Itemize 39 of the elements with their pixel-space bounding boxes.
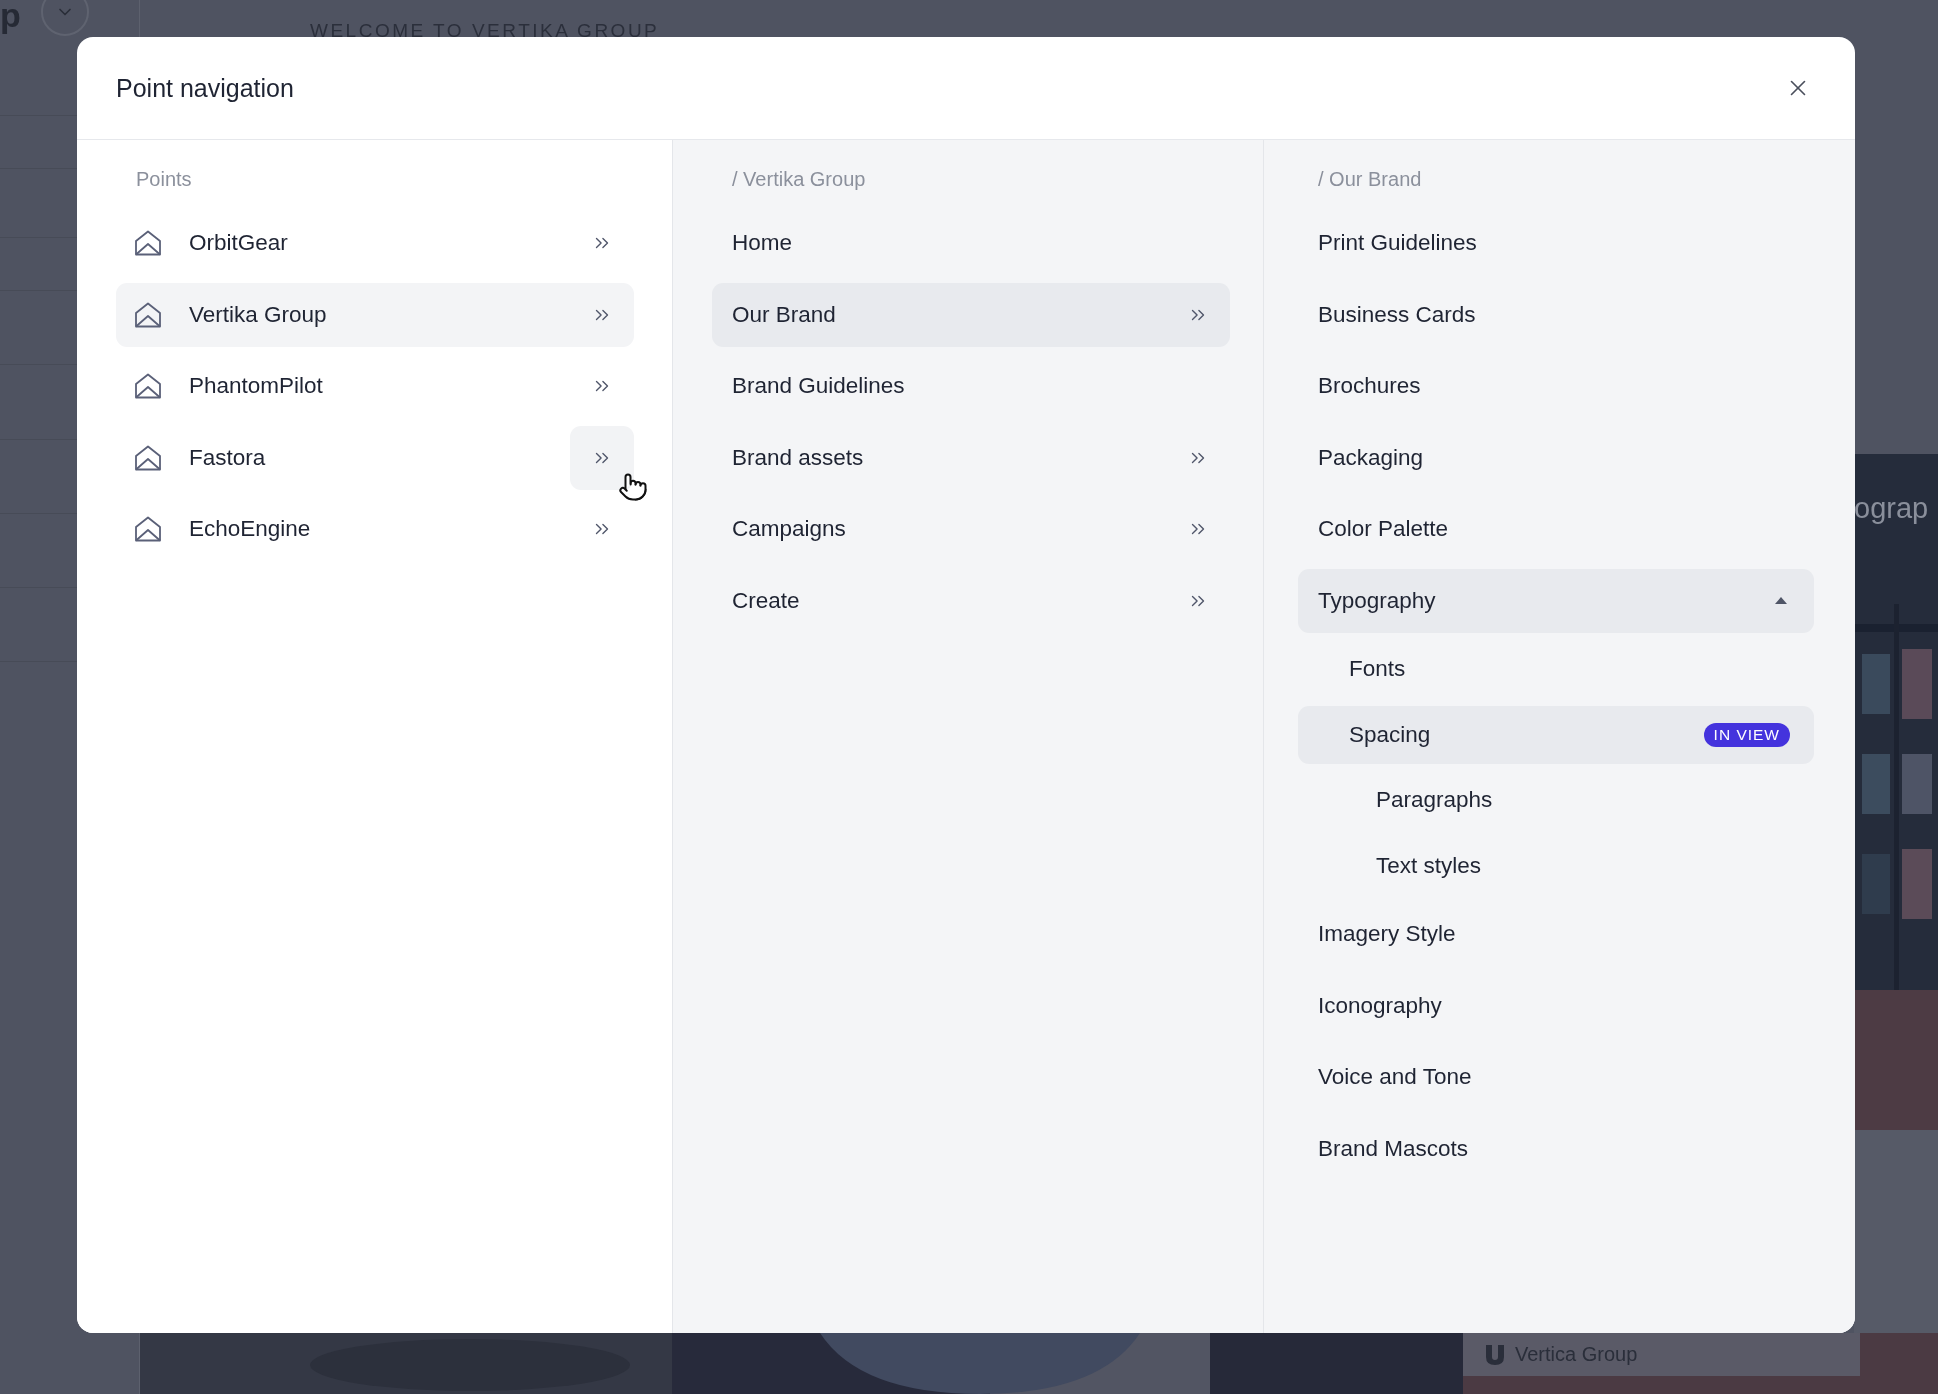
point-item[interactable]: Fastora [116, 425, 634, 490]
section-item[interactable]: Campaigns [712, 497, 1230, 561]
page-item[interactable]: Imagery Style [1298, 902, 1814, 966]
page-item[interactable]: Iconography [1298, 973, 1814, 1038]
page-item[interactable]: Fonts [1298, 640, 1814, 698]
page-item[interactable]: Packaging [1298, 425, 1814, 490]
column-label: Points [135, 167, 193, 192]
point-item[interactable]: OrbitGear [116, 211, 634, 275]
hero-title: ograp [1854, 492, 1929, 525]
page-item[interactable]: Print Guidelines [1298, 211, 1814, 275]
dialog-title: Point navigation [116, 73, 294, 103]
section-item[interactable]: Brand assets [712, 425, 1230, 490]
page-item[interactable]: Color Palette [1298, 497, 1814, 561]
point-item[interactable]: EchoEngine [116, 497, 634, 561]
page-item[interactable]: Typography [1298, 568, 1814, 633]
expand-button[interactable] [570, 425, 634, 490]
page-item[interactable]: Paragraphs [1298, 771, 1814, 829]
section-item[interactable]: Brand Guidelines [712, 354, 1230, 418]
page-item[interactable]: Voice and Tone [1298, 1045, 1814, 1109]
breadcrumb-label: / Vertika Group [731, 167, 867, 192]
page-item[interactable]: Business Cards [1298, 282, 1814, 347]
status-badge: IN VIEW [1703, 722, 1790, 747]
point-item[interactable]: Vertika Group [116, 282, 634, 347]
house-icon [134, 444, 162, 471]
page-item[interactable]: Brand Mascots [1298, 1116, 1814, 1181]
point-item[interactable]: PhantomPilot [116, 354, 634, 418]
dropdown-button[interactable] [40, 0, 89, 36]
section-item[interactable]: Create [712, 568, 1230, 633]
section-item[interactable]: Home [712, 211, 1230, 275]
breadcrumb-label: / Our Brand [1317, 167, 1423, 192]
house-icon [134, 373, 162, 399]
page-item[interactable]: Spacing IN VIEW [1298, 705, 1814, 764]
logo-icon [1485, 1343, 1505, 1366]
page-item[interactable]: Text styles [1298, 836, 1814, 895]
house-icon [134, 230, 162, 256]
page-item[interactable]: Brochures [1298, 354, 1814, 418]
house-icon [134, 516, 162, 542]
section-item[interactable]: Our Brand [712, 282, 1230, 347]
house-icon [134, 301, 162, 328]
